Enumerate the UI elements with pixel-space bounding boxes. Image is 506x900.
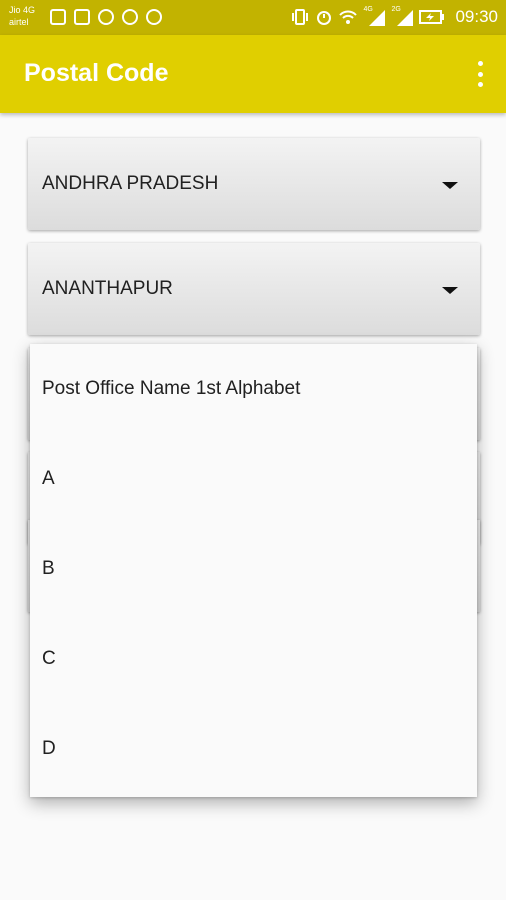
close-app-icon — [74, 9, 90, 25]
state-spinner-value: ANDHRA PRADESH — [42, 173, 219, 194]
app-bar: Postal Code — [0, 35, 506, 113]
vibrate-icon — [292, 9, 309, 25]
dropdown-item-b[interactable]: B — [30, 524, 477, 614]
overflow-menu-icon[interactable] — [476, 61, 484, 87]
carrier-info: Jio 4G airtel — [9, 4, 35, 28]
alarm-icon — [317, 11, 332, 25]
signal-2g-icon: 2G — [391, 6, 414, 26]
alphabet-dropdown-list: Post Office Name 1st Alphabet A B C D — [30, 344, 477, 797]
dropdown-item-a[interactable]: A — [30, 434, 477, 524]
dropdown-arrow-icon — [442, 287, 458, 294]
battery-icon — [419, 10, 445, 24]
dropdown-arrow-icon — [442, 182, 458, 189]
whatsapp-icon — [98, 9, 114, 25]
dropdown-item-header[interactable]: Post Office Name 1st Alphabet — [30, 344, 477, 434]
dropdown-item-c[interactable]: C — [30, 614, 477, 704]
carrier-1: Jio 4G — [9, 5, 36, 15]
phone-icon — [122, 9, 138, 25]
district-spinner[interactable]: ANANTHAPUR — [28, 243, 480, 335]
net-4g-label: 4G — [363, 6, 373, 13]
app-title: Postal Code — [24, 59, 169, 87]
status-bar: Jio 4G airtel 4G 2G 09:30 — [0, 0, 506, 35]
net-2g-label: 2G — [391, 6, 401, 13]
wifi-icon — [339, 10, 358, 24]
clock: 09:30 — [455, 7, 498, 26]
system-icons: 4G 2G 09:30 — [291, 6, 498, 27]
play-icon — [146, 9, 162, 25]
gallery-icon — [50, 9, 66, 25]
signal-4g-icon: 4G — [363, 6, 386, 26]
district-spinner-value: ANANTHAPUR — [42, 278, 173, 299]
notification-icons — [50, 9, 162, 25]
state-spinner[interactable]: ANDHRA PRADESH — [28, 138, 480, 230]
carrier-2: airtel — [9, 17, 29, 27]
dropdown-item-d[interactable]: D — [30, 704, 477, 794]
